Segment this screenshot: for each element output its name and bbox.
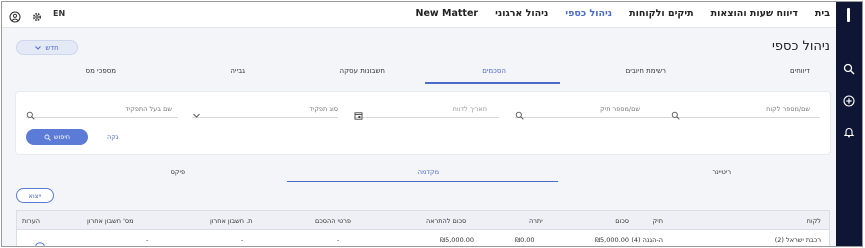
nav-new-matter[interactable]: New Matter [416,8,479,19]
column-header[interactable]: יתרה [529,217,543,225]
search-icon [26,105,35,120]
logo-icon [847,8,850,22]
subtab-fixed[interactable]: פיקס [171,168,185,176]
search-button-label: חיפוש [53,133,71,141]
column-header[interactable]: מס' חשבון אחרון [87,217,134,225]
cell-client[interactable]: רכבת ישראל (2) [775,236,821,244]
nav-financial[interactable]: ניהול כספי [565,8,612,19]
cell-agreement-details: - [337,236,340,244]
cell-last-invoice-number: - [146,236,149,244]
side-rail [836,2,862,246]
tab-collection[interactable]: גבייה [230,67,245,75]
nav-organizational[interactable]: ניהול ארגוני [495,8,548,19]
column-header[interactable]: סכום [615,217,629,225]
search-icon [671,105,680,120]
comment-icon[interactable] [35,236,45,246]
search-icon [515,105,524,120]
new-button[interactable]: חדש [16,40,78,55]
table-header [17,211,829,230]
owner-filter-field[interactable]: שם בעל התפקיד [26,104,178,120]
chevron-down-icon [192,105,201,118]
agreement-type-tabs: ריטיינר מקדמה פיקס [16,168,830,182]
owner-filter-placeholder: שם בעל התפקיד [125,105,172,113]
column-header[interactable]: ת. חשבון אחרון [210,217,252,225]
search-button[interactable]: חיפוש [26,129,88,145]
column-header[interactable]: לקוח [807,217,821,225]
nav-matters-clients[interactable]: תיקים ולקוחות [629,8,694,19]
column-header[interactable]: תיק [653,217,663,225]
active-tab-indicator [425,82,560,84]
role-type-select[interactable]: סוג תפקיד [192,104,338,118]
nav-time-reporting[interactable]: דיווח שעות והוצאות [711,8,798,19]
matter-filter-placeholder: שם/מספר תיק [600,105,640,113]
subtab-advance[interactable]: מקדמה [418,168,439,176]
tab-reports[interactable]: דיווחים [790,67,810,75]
user-circle-icon[interactable] [9,8,21,23]
top-nav-bar: EN בית דיווח שעות והוצאות תיקים ולקוחות … [2,2,838,28]
finance-tabs: דיווחים רשימת חיובים הסכמים חשבונות עסקה… [16,67,830,84]
date-filter-placeholder: תאריך לדווח [452,105,487,113]
nav-home[interactable]: בית [815,8,830,19]
main-nav: בית דיווח שעות והוצאות תיקים ולקוחות ניה… [416,8,830,19]
column-header[interactable]: סכום להתראה [426,217,466,225]
tab-transaction-accounts[interactable]: חשבונות עסקה [340,67,386,75]
tab-agreements[interactable]: הסכמים [482,67,506,75]
clear-filters-link[interactable]: נקה [107,133,118,141]
column-header-label: סכום [615,217,629,225]
calendar-icon [354,105,363,120]
search-icon[interactable] [843,60,855,75]
page-title: ניהול כספי [771,39,830,54]
date-filter-field[interactable]: תאריך לדווח [354,104,499,120]
cell-amount: ₪5,000.00 [594,236,629,244]
cell-alert-amount: ₪5,000.00 [440,236,475,244]
cell-balance: ₪0.00 [515,236,535,244]
main-content: ניהול כספי חדש דיווחים רשימת חיובים הסכמ… [2,29,838,246]
app-window: EN בית דיווח שעות והוצאות תיקים ולקוחות … [1,1,863,247]
chevron-down-icon [35,45,42,50]
matter-filter-field[interactable]: שם/מספר תיק [515,104,665,120]
agreements-table: לקוח תיק סכום יתרה סכום להתראה פרטי ההסכ… [16,210,830,246]
client-filter-placeholder: שם/מספר לקוח [766,105,810,113]
tab-charges-list[interactable]: רשימת חיובים [626,67,666,75]
language-toggle[interactable]: EN [53,9,65,18]
subtab-retainer[interactable]: ריטיינר [712,168,731,176]
column-header[interactable]: הערות [22,217,40,225]
bell-icon[interactable] [843,123,855,138]
cell-last-invoice-date: - [241,236,244,244]
export-button[interactable]: ייצוא [16,188,54,203]
role-type-placeholder: סוג תפקיד [309,105,338,113]
active-subtab-indicator [287,181,558,182]
column-header[interactable]: פרטי ההסכם [315,217,351,225]
gear-icon[interactable] [31,8,43,22]
filter-panel: שם/מספר לקוח שם/מספר תיק תאריך לדווח סוג… [16,92,830,154]
new-button-label: חדש [45,43,59,52]
search-icon [44,134,51,141]
tab-tax-suppliers[interactable]: מספכי מס [86,67,116,75]
cell-matter[interactable]: ה-הגנה (4) [631,236,663,244]
add-circle-icon[interactable] [843,92,855,107]
